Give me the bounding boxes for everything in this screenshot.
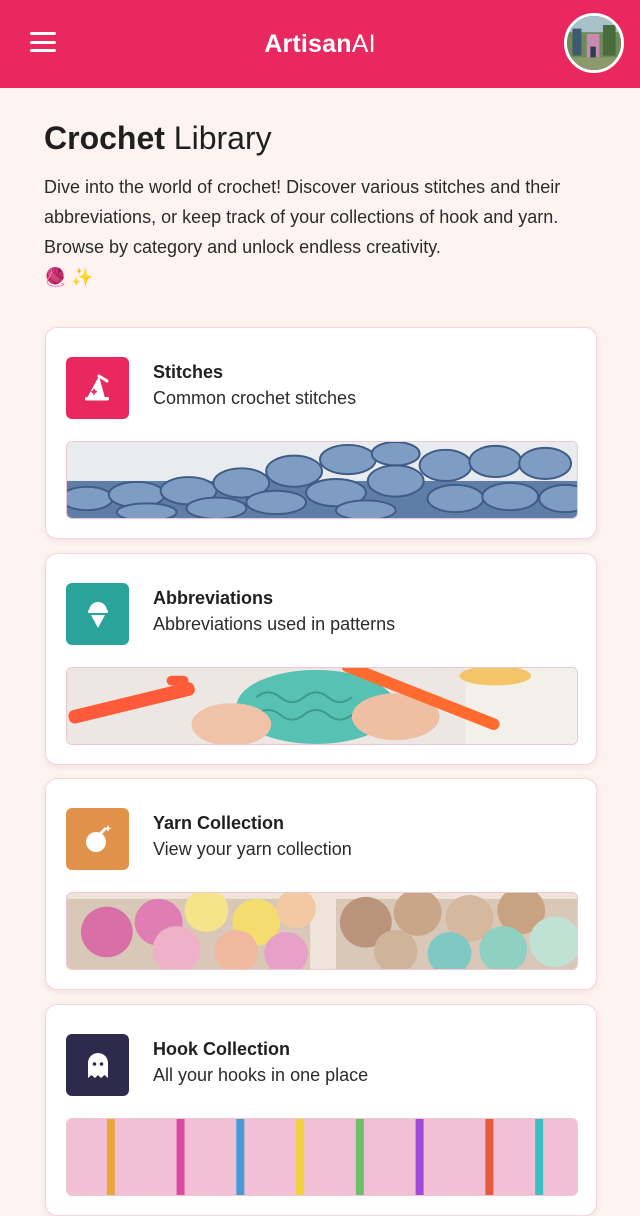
brand-name-bold: Artisan <box>264 29 352 58</box>
hook-collection-card-title: Hook Collection <box>153 1039 291 1059</box>
page-title-bold: Crochet <box>44 120 165 156</box>
intro-paragraph: Dive into the world of crochet! Discover… <box>44 177 561 257</box>
yarn-collection-card-image <box>66 892 578 970</box>
stitches-card-subtitle: Common crochet stitches <box>153 388 357 408</box>
yarn-collection-card-title: Yarn Collection <box>153 813 285 833</box>
yarn-collection-card[interactable]: Yarn Collection View your yarn collectio… <box>45 778 597 990</box>
app-brand[interactable]: ArtisanAI <box>264 30 376 59</box>
avatar-photo <box>567 16 621 70</box>
app-header: ArtisanAI <box>0 0 640 88</box>
stitches-card[interactable]: Stitches Common crochet stitches <box>45 327 597 539</box>
hook-collection-card-subtitle: All your hooks in one place <box>153 1065 369 1085</box>
abbreviations-card[interactable]: Abbreviations Abbreviations used in patt… <box>45 553 597 765</box>
stitches-card-image <box>66 441 578 519</box>
bomb-sparkle-icon <box>66 808 129 870</box>
page-title-light: Library <box>173 120 272 156</box>
library-intro: Crochet Library Dive into the world of c… <box>44 118 598 292</box>
ice-cream-icon <box>66 583 129 645</box>
hook-collection-card[interactable]: Hook Collection All your hooks in one pl… <box>45 1004 597 1216</box>
abbreviations-card-title: Abbreviations <box>153 588 274 608</box>
stitches-card-title: Stitches <box>153 362 224 382</box>
abbreviations-card-image <box>66 667 578 745</box>
yarn-collection-card-subtitle: View your yarn collection <box>153 839 352 859</box>
ghost-icon <box>66 1034 129 1096</box>
hamburger-menu-icon[interactable] <box>30 30 56 54</box>
intro-emoji: 🧶 ✨ <box>44 267 94 287</box>
wizard-hat-icon <box>66 357 129 419</box>
brand-name-light: AI <box>351 29 376 58</box>
hook-collection-card-image <box>66 1118 578 1196</box>
abbreviations-card-subtitle: Abbreviations used in patterns <box>153 614 396 634</box>
intro-text: Dive into the world of crochet! Discover… <box>44 172 594 292</box>
user-avatar[interactable] <box>564 13 624 73</box>
page-title: Crochet Library <box>44 118 598 158</box>
